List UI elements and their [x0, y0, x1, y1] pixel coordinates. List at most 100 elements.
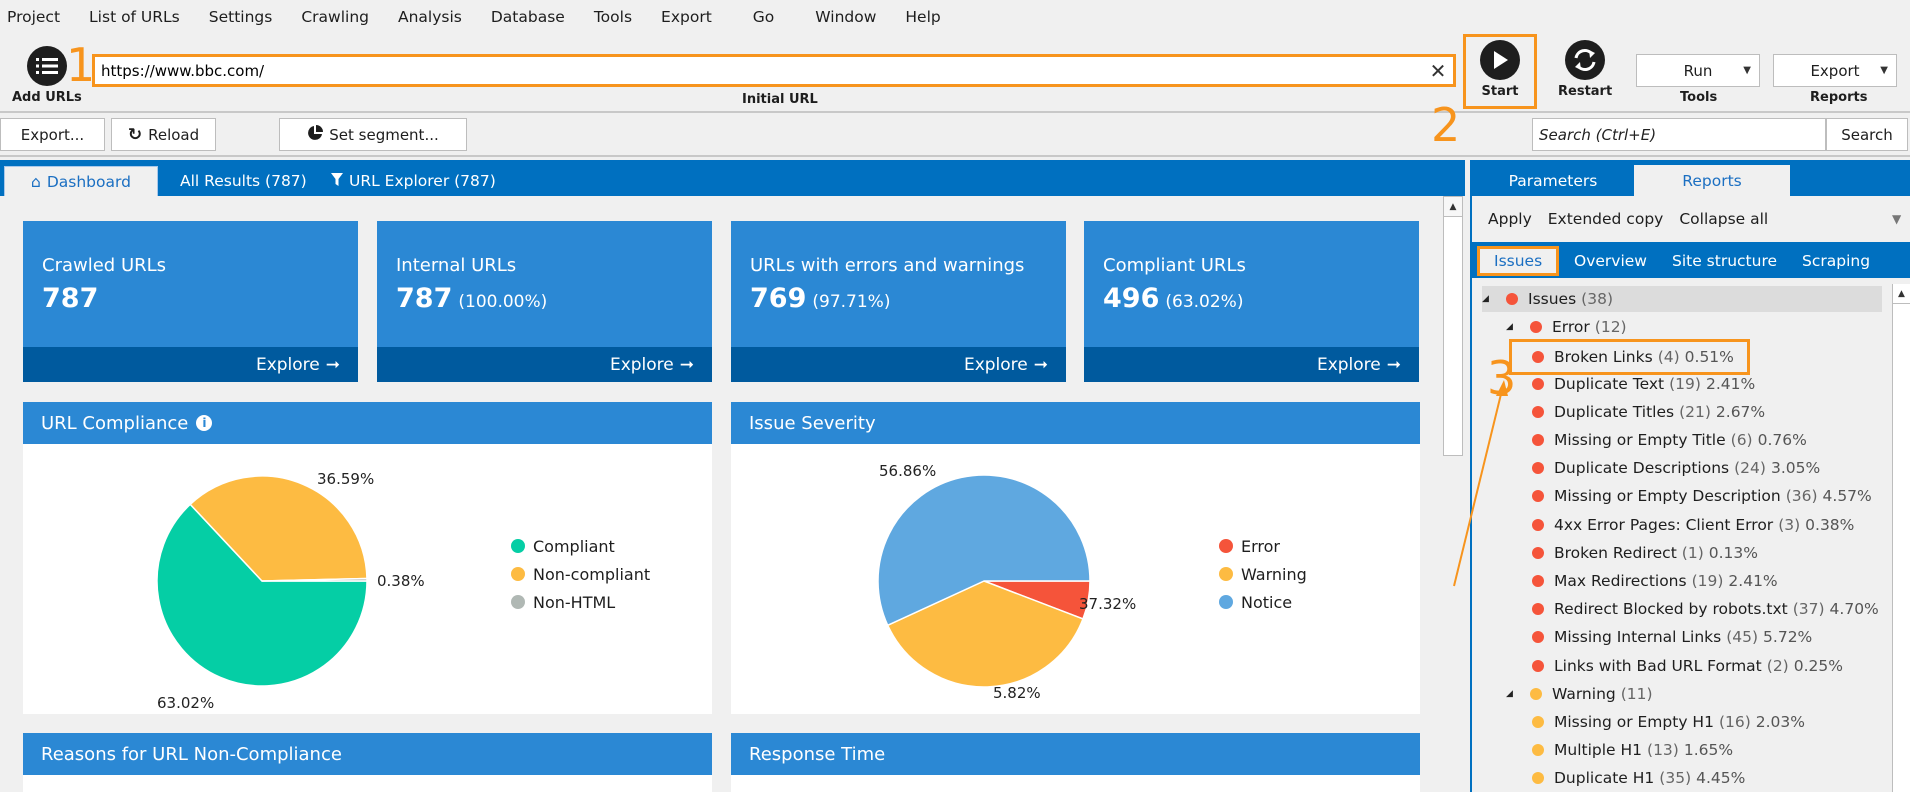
expand-toggle-icon[interactable]: ◢: [1506, 322, 1520, 332]
issue-count: (37): [1792, 600, 1825, 619]
menu-help[interactable]: Help: [898, 8, 940, 26]
card-number: 787: [396, 283, 453, 314]
issue-tree-item[interactable]: Missing or Empty H1 (16) 2.03%: [1532, 709, 1805, 735]
search-button[interactable]: Search: [1826, 118, 1908, 151]
explore-link[interactable]: Explore ➞: [377, 347, 712, 382]
card-value: 496 (63.02%): [1103, 283, 1243, 314]
issue-tree-item[interactable]: Links with Bad URL Format (2) 0.25%: [1532, 653, 1843, 679]
issue-tree-item[interactable]: Duplicate Titles (21) 2.67%: [1532, 399, 1765, 425]
issue-tree-item[interactable]: Duplicate Text (19) 2.41%: [1532, 371, 1755, 397]
extended-copy-button[interactable]: Extended copy: [1548, 210, 1664, 228]
tab-all-results[interactable]: All Results (787): [180, 166, 307, 196]
issue-tree-item[interactable]: Missing Internal Links (45) 5.72%: [1532, 624, 1812, 650]
tab-reports[interactable]: Reports: [1634, 165, 1790, 196]
menu-analysis[interactable]: Analysis: [391, 8, 462, 26]
apply-button[interactable]: Apply: [1488, 210, 1532, 228]
clear-url-icon[interactable]: ✕: [1423, 59, 1453, 83]
tab-parameters[interactable]: Parameters: [1472, 165, 1634, 196]
issue-tree-item[interactable]: 4xx Error Pages: Client Error (3) 0.38%: [1532, 512, 1854, 538]
issue-tree-item[interactable]: Missing or Empty Title (6) 0.76%: [1532, 427, 1807, 453]
chevron-down-icon: ▼: [1743, 65, 1751, 76]
panel-title: Response Time: [749, 743, 886, 765]
menu-database[interactable]: Database: [484, 8, 565, 26]
compliance-legend: Compliant Non-compliant Non-HTML: [511, 532, 650, 616]
restart-icon: [1565, 40, 1606, 80]
info-icon[interactable]: i: [196, 415, 213, 431]
issue-count: (3): [1778, 515, 1801, 534]
subtab-site-structure[interactable]: Site structure: [1672, 246, 1777, 276]
pie-data-label: 37.32%: [1079, 595, 1136, 613]
export-reports-dropdown[interactable]: Export ▼: [1773, 54, 1897, 87]
chevron-down-icon: ▼: [1880, 65, 1888, 76]
legend-swatch: [1219, 595, 1233, 609]
issue-tree-item[interactable]: Duplicate H1 (35) 4.45%: [1532, 765, 1745, 791]
run-dropdown[interactable]: Run ▼: [1636, 54, 1760, 87]
issue-count: (6): [1730, 431, 1753, 449]
subtab-overview[interactable]: Overview: [1574, 246, 1647, 276]
issue-tree-item[interactable]: Multiple H1 (13) 1.65%: [1532, 737, 1733, 763]
severity-dot-icon: [1532, 575, 1544, 587]
restart-button[interactable]: Restart: [1558, 40, 1612, 99]
home-icon: ⌂: [31, 172, 41, 191]
tab-dashboard-label: Dashboard: [46, 172, 131, 191]
severity-dot-icon: [1532, 462, 1544, 475]
subtab-issues[interactable]: Issues: [1477, 246, 1560, 276]
menu-window[interactable]: Window: [808, 8, 876, 26]
filter-icon: [331, 172, 343, 190]
expand-toggle-icon[interactable]: ◢: [1482, 294, 1496, 304]
issue-tree-group[interactable]: ◢ Warning (11): [1506, 681, 1653, 707]
reports-side-panel: Parameters Reports Apply Extended copy C…: [1470, 160, 1910, 792]
initial-url-field[interactable]: ✕: [92, 54, 1456, 87]
card-percent: (63.02%): [1165, 292, 1244, 312]
export-button[interactable]: Export...: [0, 118, 105, 151]
subtab-scraping[interactable]: Scraping: [1802, 246, 1870, 276]
set-segment-button[interactable]: Set segment...: [279, 118, 467, 151]
severity-dot-icon: [1532, 434, 1544, 446]
menu-export[interactable]: Export: [654, 8, 712, 26]
reload-icon: ↻: [127, 124, 143, 145]
issue-tree-item[interactable]: Max Redirections (19) 2.41%: [1532, 568, 1778, 594]
explore-link[interactable]: Explore ➞: [731, 347, 1066, 382]
menu-list-of-urls[interactable]: List of URLs: [82, 8, 180, 26]
tab-dashboard[interactable]: ⌂ Dashboard: [4, 166, 158, 196]
search-input[interactable]: Search (Ctrl+E): [1532, 118, 1826, 151]
collapse-all-button[interactable]: Collapse all: [1679, 210, 1768, 228]
issue-tree-item[interactable]: Redirect Blocked by robots.txt (37) 4.70%: [1532, 596, 1879, 622]
issue-tree-item[interactable]: Duplicate Descriptions (24) 3.05%: [1532, 455, 1820, 481]
tab-all-results-label: All Results (787): [180, 172, 307, 190]
issue-tree-item[interactable]: Broken Links (4) 0.51%: [1509, 339, 1750, 376]
explore-link[interactable]: Explore ➞: [23, 347, 358, 382]
issue-percent: 0.25%: [1793, 656, 1843, 675]
issue-count: (19): [1669, 374, 1701, 393]
tab-url-explorer[interactable]: URL Explorer (787): [331, 166, 496, 196]
legend-item-error: Error: [1219, 532, 1307, 560]
issue-label: Missing or Empty Description: [1554, 487, 1781, 506]
severity-dot-icon: [1532, 744, 1544, 757]
tree-scrollbar[interactable]: ▲: [1892, 284, 1910, 792]
menu-project[interactable]: Project: [0, 8, 60, 26]
reload-button[interactable]: ↻ Reload: [111, 118, 216, 151]
issue-label: Issues: [1528, 290, 1577, 308]
panel-header: URL Compliance i: [23, 402, 712, 444]
legend-item-notice: Notice: [1219, 588, 1307, 616]
issue-tree-item[interactable]: Broken Redirect (1) 0.13%: [1532, 540, 1758, 566]
options-dropdown-icon[interactable]: ▼: [1892, 212, 1901, 226]
issue-count: (45): [1726, 628, 1759, 647]
severity-dot-icon: [1530, 321, 1542, 334]
issue-tree-group[interactable]: ◢ Issues (38): [1482, 286, 1882, 312]
issue-label: Duplicate Descriptions: [1554, 459, 1730, 478]
menu-crawling[interactable]: Crawling: [294, 8, 369, 26]
scroll-up-icon[interactable]: ▲: [1893, 284, 1910, 304]
issue-tree-item[interactable]: Missing or Empty Description (36) 4.57%: [1532, 483, 1872, 509]
initial-url-input[interactable]: [95, 57, 1423, 84]
card-compliant-urls: Compliant URLs 496 (63.02%) Explore ➞: [1084, 221, 1419, 382]
menu-go[interactable]: Go: [746, 8, 775, 26]
menu-settings[interactable]: Settings: [202, 8, 273, 26]
legend-label: Non-compliant: [533, 564, 651, 584]
issue-tree-group[interactable]: ◢ Error (12): [1506, 314, 1627, 340]
explore-link[interactable]: Explore ➞: [1084, 347, 1419, 382]
issue-percent: 2.03%: [1755, 713, 1806, 731]
menu-tools[interactable]: Tools: [587, 8, 632, 26]
expand-toggle-icon[interactable]: ◢: [1506, 689, 1520, 699]
scroll-up-icon[interactable]: ▲: [1444, 197, 1462, 217]
